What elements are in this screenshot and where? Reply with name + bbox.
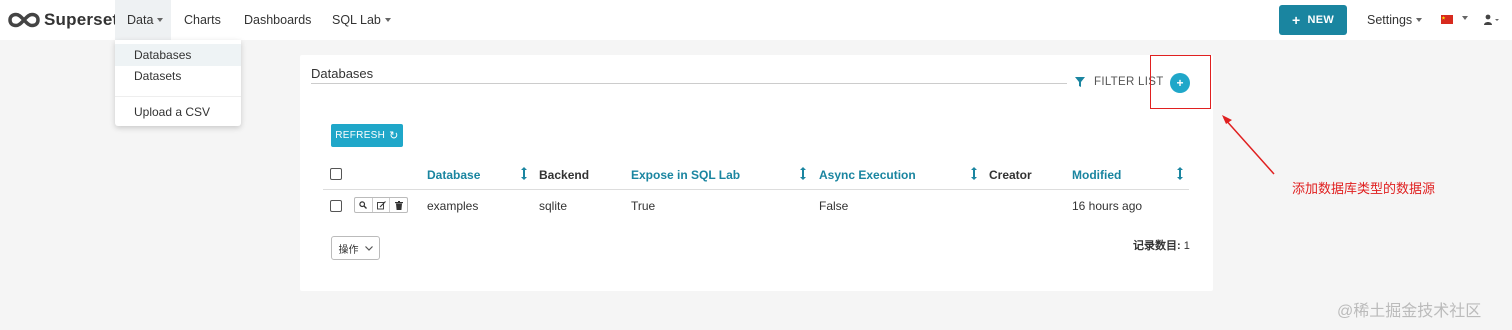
record-count-label: 记录数目: [1133,240,1181,252]
chevron-down-icon [1416,18,1423,22]
actions-label: 操作 [338,244,359,256]
search-icon [359,201,368,209]
new-button-label: NEW [1307,14,1335,26]
cell-expose: True [631,199,656,213]
databases-panel: Databases FILTER LIST + REFRESH ↻ Databa… [300,55,1213,291]
col-header-modified[interactable]: Modified [1072,168,1121,182]
nav-sql-lab[interactable]: SQL Lab [332,0,391,40]
user-menu[interactable] [1484,14,1500,29]
data-dropdown-menu: Databases Datasets Upload a CSV [115,40,241,126]
actions-dropdown-button[interactable]: 操作 [331,236,380,260]
watermark: @稀土掘金技术社区 [1337,303,1482,320]
trash-icon [394,200,403,210]
chevron-down-icon [364,245,373,251]
nav-sql-lab-label: SQL Lab [332,13,381,27]
cell-backend: sqlite [539,199,568,213]
nav-dashboards[interactable]: Dashboards [244,0,311,40]
annotation-arrow-icon [1222,115,1275,175]
chevron-down-icon [157,18,164,22]
annotation-highlight-box [1150,55,1211,109]
show-record-button[interactable] [355,198,373,212]
menu-divider [115,96,241,97]
record-count-value: 1 [1183,240,1190,252]
brand[interactable]: Superset [8,10,118,30]
col-header-expose-in-sql-lab[interactable]: Expose in SQL Lab [631,168,740,182]
sort-icon[interactable] [800,167,806,180]
row-checkbox[interactable] [330,200,342,212]
delete-record-button[interactable] [390,198,407,212]
cell-database: examples [427,199,479,213]
new-button[interactable]: + NEW [1279,5,1347,35]
sort-icon[interactable] [1177,167,1183,180]
cell-async: False [819,199,849,213]
refresh-button[interactable]: REFRESH ↻ [331,124,403,147]
nav-charts[interactable]: Charts [184,0,221,40]
cell-modified: 16 hours ago [1072,199,1143,213]
sort-icon[interactable] [521,167,527,180]
refresh-label: REFRESH [335,130,386,141]
row-actions [354,197,408,213]
superset-logo-icon [8,12,40,28]
plus-icon: + [1291,12,1301,28]
menu-item-datasets[interactable]: Datasets [115,65,241,87]
title-divider [311,83,1067,84]
col-header-backend: Backend [539,168,590,182]
table-header-divider [323,189,1189,190]
nav-data-label: Data [127,13,154,27]
col-header-database[interactable]: Database [427,168,480,182]
edit-icon [376,200,386,209]
filter-icon [1075,77,1085,87]
nav-data[interactable]: Data [115,0,171,40]
edit-record-button[interactable] [373,198,391,212]
refresh-icon: ↻ [389,130,399,142]
col-header-async-execution[interactable]: Async Execution [819,168,916,182]
sort-icon[interactable] [971,167,977,180]
nav-settings-label: Settings [1367,13,1413,27]
chevron-down-icon [384,18,391,22]
col-header-creator: Creator [989,168,1032,182]
annotation-note: 添加数据库类型的数据源 [1292,181,1436,196]
language-flag-icon[interactable] [1441,15,1453,24]
nav-dashboards-label: Dashboards [244,13,312,27]
menu-item-upload-csv[interactable]: Upload a CSV [115,101,241,123]
select-all-checkbox[interactable] [330,168,342,180]
nav-settings[interactable]: Settings [1367,0,1423,40]
page-title: Databases [311,66,374,81]
top-navbar: Superset Data Charts Dashboards SQL Lab … [0,0,1512,40]
record-count: 记录数目: 1 [1133,237,1190,253]
nav-charts-label: Charts [184,13,221,27]
chevron-down-icon[interactable] [1462,16,1468,20]
user-icon [1484,14,1499,25]
brand-name: Superset [44,10,119,29]
menu-item-databases[interactable]: Databases [115,44,241,66]
